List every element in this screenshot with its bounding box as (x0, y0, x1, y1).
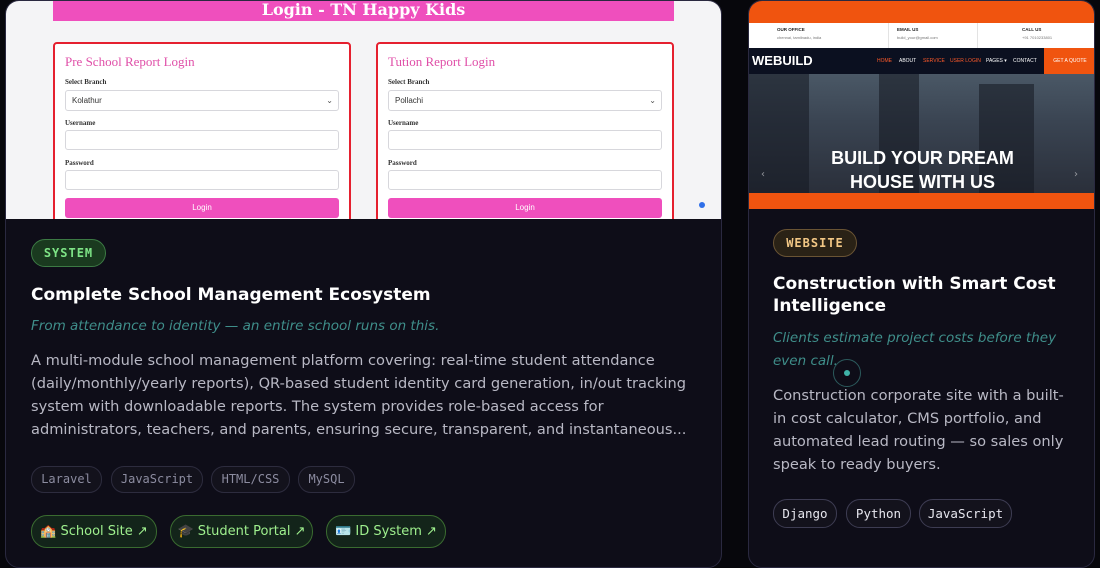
nav-item: CONTACT (1013, 58, 1037, 64)
preview-topbar: OUR OFFICE chennai, tamilnadu, india EMA… (749, 23, 1094, 48)
nav-item: ABOUT (899, 58, 917, 64)
branch-select: Pollachi ⌄ (388, 90, 662, 111)
hero-line: BUILD YOUR DREAM (831, 148, 1014, 168)
chevron-down-icon: ⌄ (649, 96, 656, 105)
project-title: Construction with Smart Cost Intelligenc… (773, 274, 1056, 316)
hero-line: HOUSE WITH US (849, 172, 995, 192)
topbar-email: EMAIL US build_your@gmail.com (897, 27, 938, 40)
username-label: Username (65, 119, 96, 127)
category-badge: WEBSITE (773, 229, 857, 257)
site-logo: WEBUILD (752, 53, 813, 68)
password-field (388, 170, 662, 190)
nav-item: PAGES ▾ (986, 58, 1007, 64)
username-field (388, 130, 662, 150)
graduation-cap-icon: 🎓 (177, 524, 194, 539)
branch-select: Kolathur ⌄ (65, 90, 339, 111)
topbar-value: build_your@gmail.com (897, 35, 938, 40)
school-login-preview: Login - TN Happy Kids Pre School Report … (6, 1, 721, 219)
topbar-value: chennai, tamilnadu, india (777, 35, 822, 40)
topbar-heading: CALL US (1022, 27, 1042, 32)
link-label: Student Portal (197, 524, 291, 539)
branch-value: Pollachi (395, 96, 424, 105)
password-label: Password (65, 159, 94, 167)
topbar-office: OUR OFFICE chennai, tamilnadu, india (777, 27, 821, 40)
project-card-school[interactable]: Login - TN Happy Kids Pre School Report … (5, 0, 722, 568)
divider (977, 23, 978, 48)
chevron-right-icon: › (1074, 169, 1078, 180)
preview-navbar: WEBUILD HOME ABOUT SERVICE USER LOGIN PA… (749, 48, 1094, 74)
tech-tag: Python (846, 499, 911, 528)
tech-tag: MySQL (298, 466, 355, 493)
nav-item: HOME (877, 58, 892, 64)
tech-tag: HTML/CSS (211, 466, 290, 493)
portfolio-projects: Login - TN Happy Kids Pre School Report … (0, 0, 1100, 568)
project-description: Construction corporate site with a built… (773, 387, 1064, 473)
school-site-link[interactable]: 🏫 School Site ↗ (31, 515, 157, 548)
topbar-heading: EMAIL US (897, 27, 919, 32)
chevron-down-icon: ⌄ (326, 96, 333, 105)
tech-tag: JavaScript (111, 466, 203, 493)
tech-tag: Laravel (31, 466, 102, 493)
divider (888, 23, 889, 48)
id-system-link[interactable]: 🪪 ID System ↗ (326, 515, 446, 548)
school-icon: 🏫 (40, 524, 57, 539)
hero-heading: BUILD YOUR DREAM HOUSE WITH US (749, 146, 1094, 193)
branch-label: Select Branch (388, 78, 430, 86)
quote-button: GET A QUOTE (1044, 48, 1094, 74)
external-link-icon: ↗ (294, 524, 306, 539)
external-link-icon: ↗ (136, 524, 148, 539)
topbar-call: CALL US +91 7010233801 (1022, 27, 1052, 40)
project-tagline: Clients estimate project costs before th… (773, 330, 1057, 369)
project-details: WEBSITE Construction with Smart Cost Int… (749, 209, 1094, 567)
project-details: SYSTEM Complete School Management Ecosys… (6, 219, 721, 567)
topbar-heading: OUR OFFICE (777, 27, 805, 32)
project-title: Complete School Management Ecosystem (31, 285, 431, 305)
project-description: A multi-module school management platfor… (31, 352, 687, 438)
password-label: Password (388, 159, 417, 167)
tech-tag: Django (773, 499, 837, 528)
nav-item: SERVICE (923, 58, 945, 64)
external-link-icon: ↗ (426, 524, 437, 539)
category-badge: SYSTEM (31, 239, 106, 267)
password-field (65, 170, 339, 190)
id-card-icon: 🪪 (335, 524, 352, 539)
branch-label: Select Branch (65, 78, 107, 86)
link-label: ID System (355, 524, 422, 539)
form-title: Tution Report Login (388, 54, 496, 69)
indicator-dot (699, 202, 705, 208)
student-portal-link[interactable]: 🎓 Student Portal ↗ (170, 515, 313, 548)
tech-tag: JavaScript (919, 499, 1012, 528)
username-label: Username (388, 119, 419, 127)
form-title: Pre School Report Login (65, 54, 195, 69)
topbar-value: +91 7010233801 (1022, 35, 1053, 40)
nav-item: USER LOGIN (950, 58, 981, 64)
chevron-left-icon: ‹ (761, 169, 765, 180)
link-label: School Site (60, 524, 133, 539)
tuition-login-form: Tution Report Login Select Branch Pollac… (376, 42, 674, 219)
cursor-dot (844, 370, 850, 376)
username-field (65, 130, 339, 150)
login-button: Login (388, 198, 662, 218)
preview-banner: Login - TN Happy Kids (53, 1, 674, 21)
construction-site-preview: OUR OFFICE chennai, tamilnadu, india EMA… (749, 1, 1094, 209)
project-tagline: From attendance to identity — an entire … (31, 318, 440, 334)
preschool-login-form: Pre School Report Login Select Branch Ko… (53, 42, 351, 219)
branch-value: Kolathur (72, 96, 102, 105)
hero-banner: BUILD YOUR DREAM HOUSE WITH US ‹ › (749, 74, 1094, 193)
project-card-construction[interactable]: OUR OFFICE chennai, tamilnadu, india EMA… (748, 0, 1095, 568)
login-button: Login (65, 198, 339, 218)
